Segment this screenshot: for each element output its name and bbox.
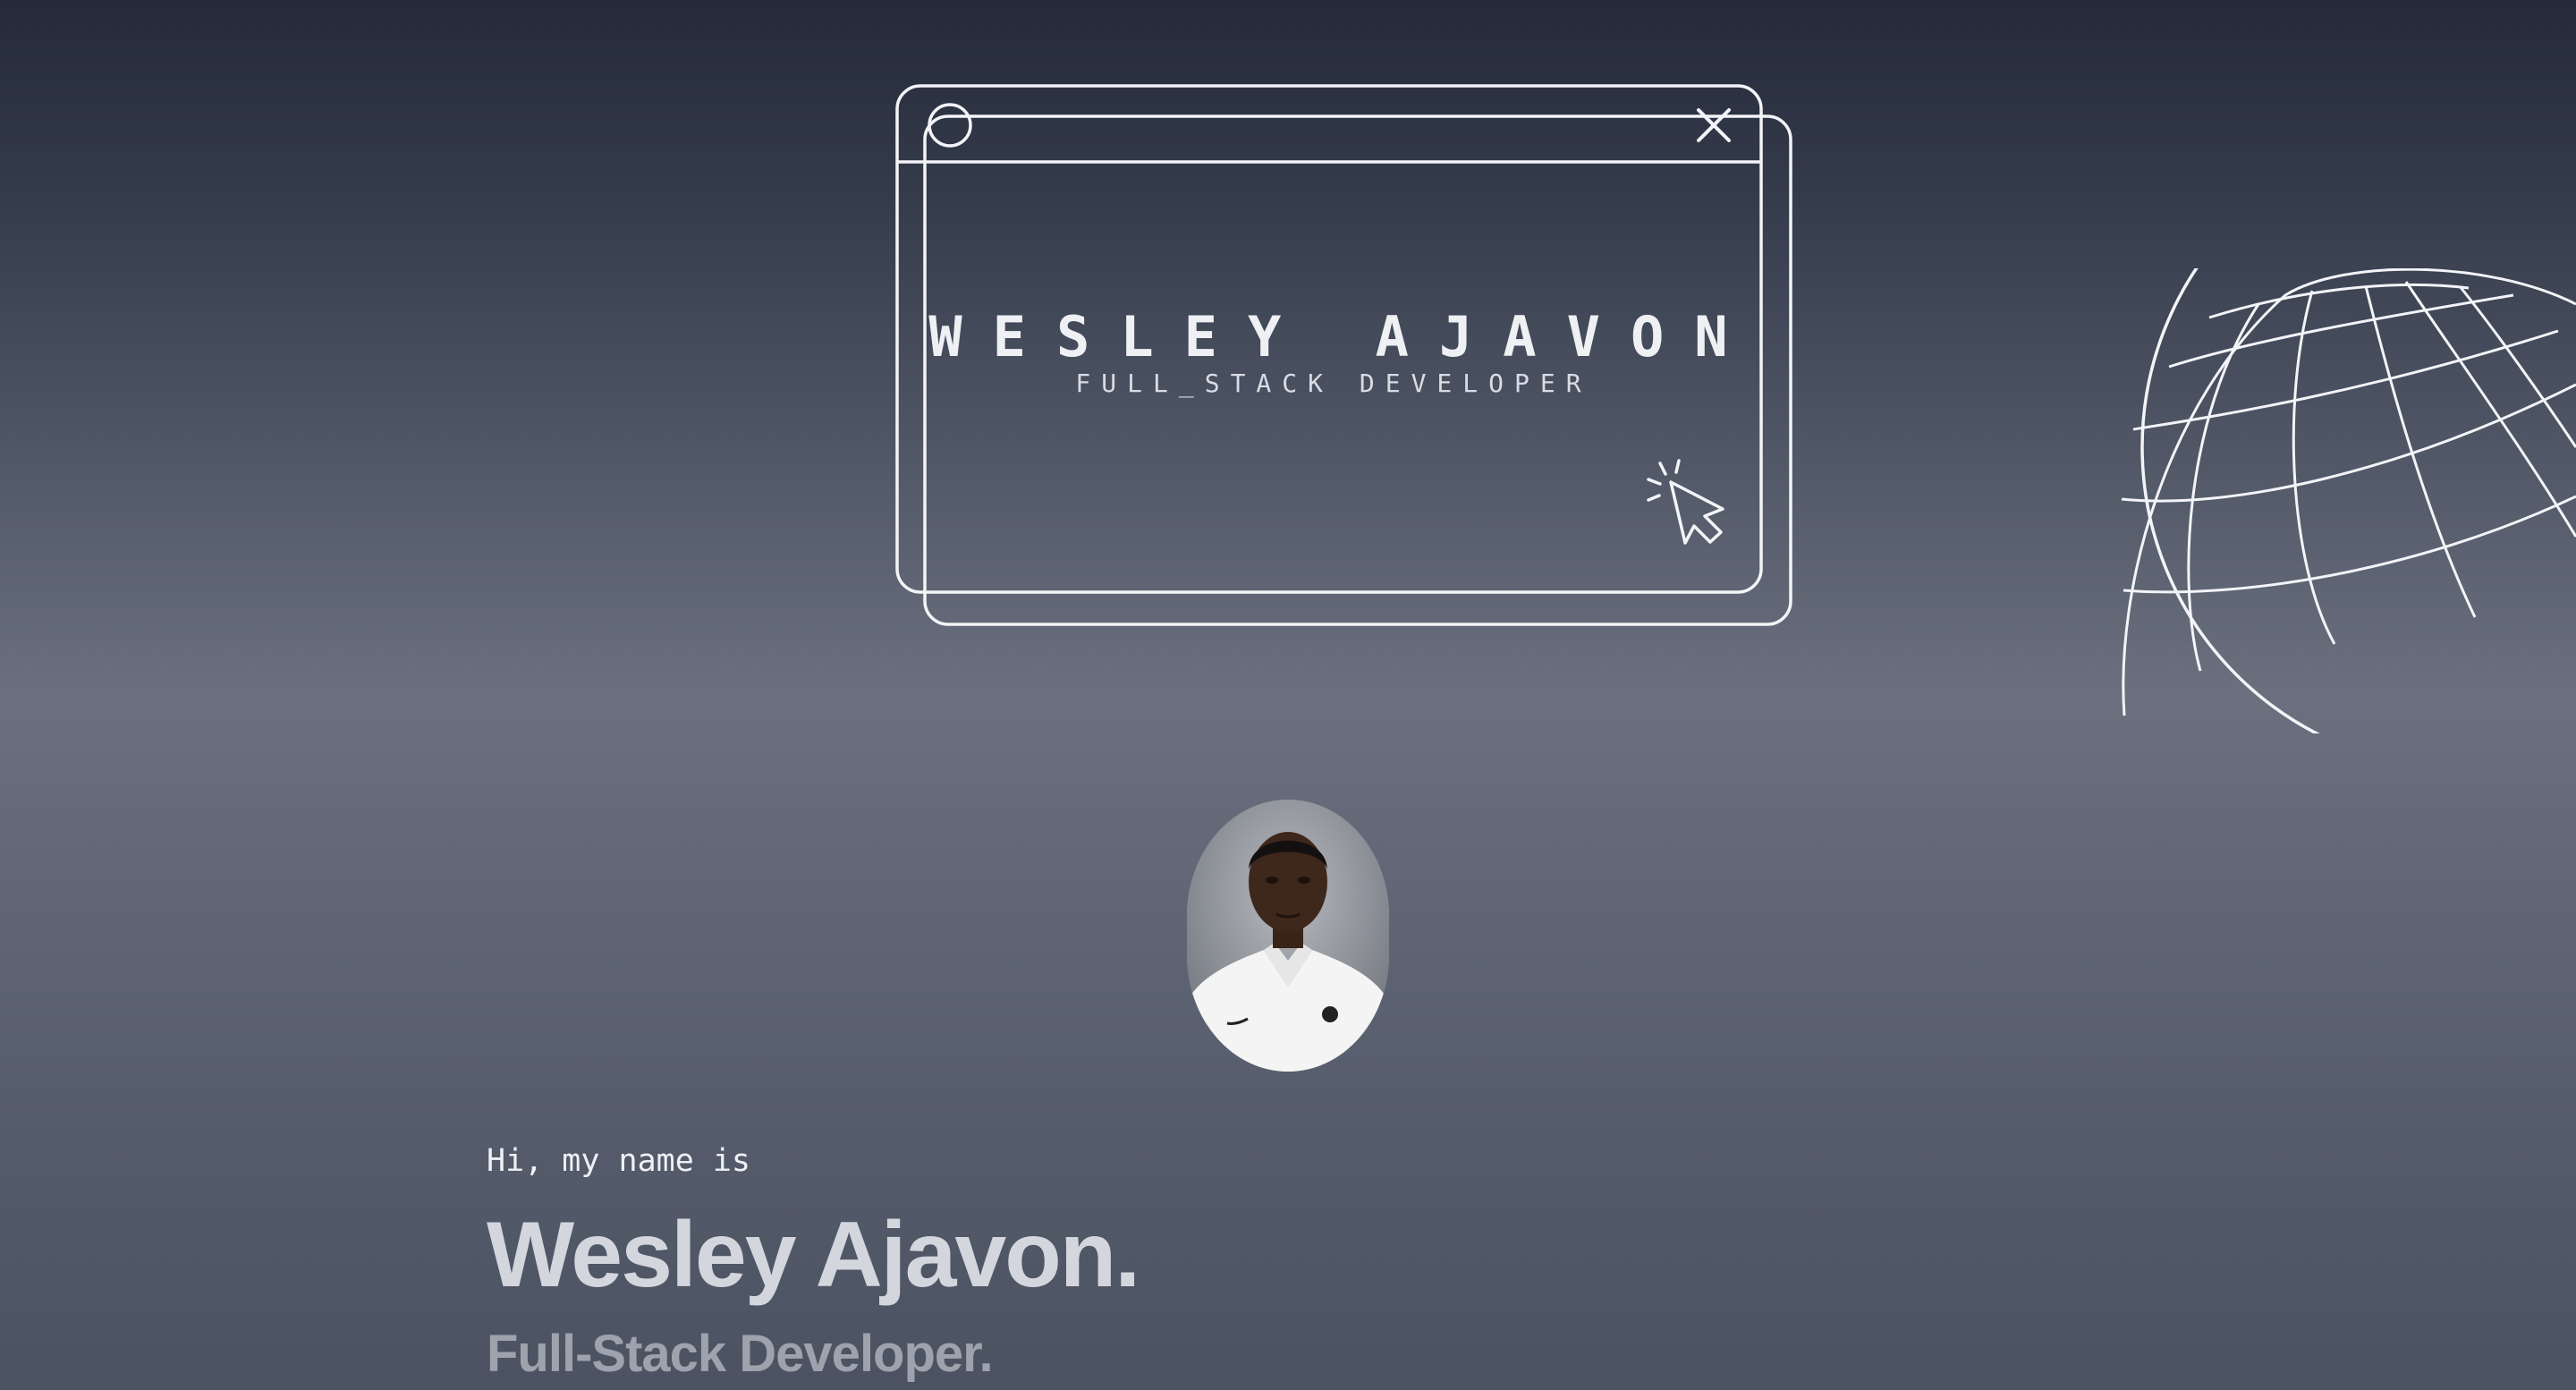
hero-title: WESLEY AJAVON <box>928 304 1758 369</box>
hero-subtitle: FULL_STACK DEVELOPER <box>1075 369 1592 398</box>
avatar <box>1187 800 1389 1072</box>
hero-name-heading: Wesley Ajavon. <box>487 1203 1140 1307</box>
globe-wireframe-icon <box>2111 268 2576 733</box>
greeting-text: Hi, my name is <box>487 1143 751 1179</box>
role-subheading: Full-Stack Developer. <box>487 1325 994 1383</box>
hero-window-card: WESLEY AJAVON FULL_STACK DEVELOPER <box>894 82 1798 630</box>
